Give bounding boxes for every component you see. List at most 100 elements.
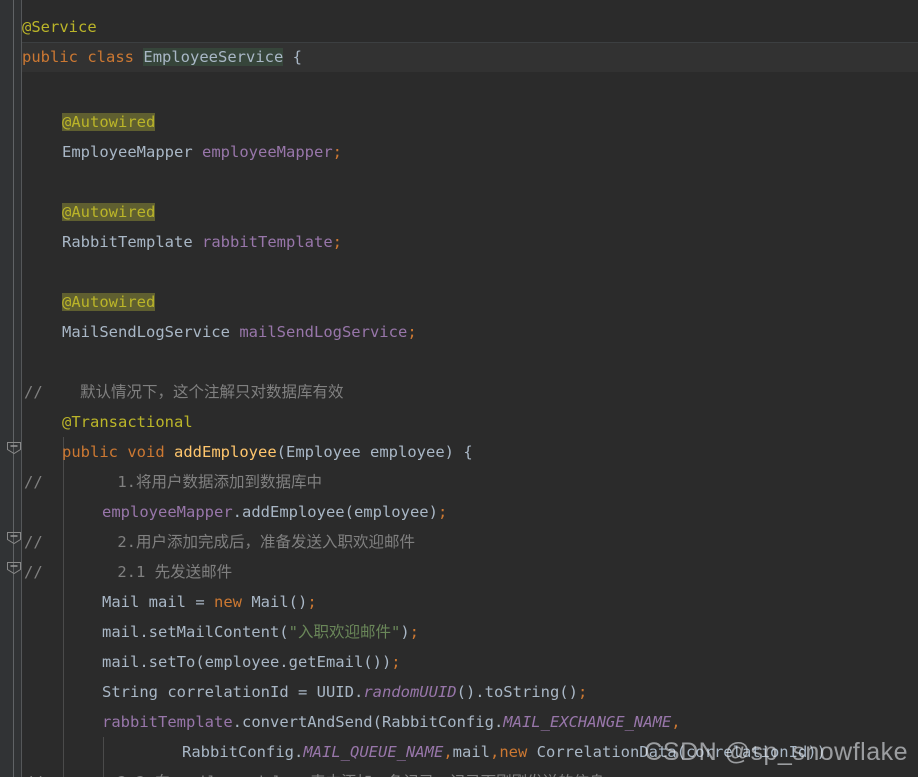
code-token: //	[24, 773, 117, 777]
code-token: RabbitConfig.	[182, 743, 304, 761]
highlighted-token: @Autowired	[62, 203, 156, 221]
gutter-divider	[21, 0, 22, 777]
code-token: addEmployee	[174, 443, 277, 461]
code-token: ().toString()	[456, 683, 578, 701]
code-token: .addEmployee(employee)	[232, 503, 438, 521]
code-token: ,	[443, 743, 453, 761]
code-token: ,	[489, 743, 500, 761]
code-token: 2.1 先发送邮件	[117, 563, 233, 581]
code-token: employeeMapper	[102, 503, 233, 521]
code-editor-screenshot: @Service public class EmployeeService {@A…	[0, 0, 918, 777]
code-line[interactable]: // 1.将用户数据添加到数据库中	[24, 467, 322, 497]
code-line[interactable]: EmployeeMapper employeeMapper;	[62, 137, 342, 167]
code-line[interactable]: mail.setTo(employee.getEmail());	[102, 647, 401, 677]
code-token: employee	[370, 443, 445, 461]
fold-marker-comment-block-1[interactable]	[6, 531, 22, 545]
code-token: rabbitTemplate	[202, 233, 333, 251]
code-line[interactable]: mail.setMailContent("入职欢迎邮件");	[102, 617, 419, 647]
highlighted-token: EmployeeService	[143, 48, 284, 66]
code-token: //	[24, 563, 118, 581]
code-token: public	[62, 443, 118, 461]
code-line[interactable]: @Autowired	[62, 197, 156, 227]
code-line[interactable]: @Autowired	[62, 287, 156, 317]
code-line[interactable]: @Transactional	[62, 407, 193, 437]
highlighted-token: @Autowired	[62, 113, 156, 131]
code-line[interactable]: public class EmployeeService {	[22, 42, 302, 72]
code-token: ;	[391, 653, 401, 671]
code-token: employeeMapper	[202, 143, 333, 161]
code-fold-rail	[13, 0, 14, 777]
code-token: UUID	[316, 683, 354, 701]
fold-marker-method[interactable]	[6, 441, 22, 455]
code-token: class	[87, 48, 135, 66]
code-line[interactable]: String correlationId = UUID.randomUUID()…	[102, 677, 587, 707]
code-line[interactable]: public void addEmployee(Employee employe…	[62, 437, 473, 467]
code-token: randomUUID	[363, 683, 457, 701]
code-line[interactable]: Mail mail = new Mail();	[102, 587, 317, 617]
code-token: ;	[332, 233, 342, 251]
code-token: MAIL_QUEUE_NAME	[303, 743, 444, 761]
code-line[interactable]: rabbitTemplate.convertAndSend(RabbitConf…	[102, 707, 681, 737]
code-line[interactable]: @Autowired	[62, 107, 156, 137]
code-token: RabbitTemplate	[62, 233, 193, 251]
code-line[interactable]: // 2.1 先发送邮件	[24, 557, 232, 587]
code-token: @Transactional	[62, 413, 193, 431]
code-token: EmployeeMapper	[62, 143, 193, 161]
code-token: rabbitTemplate	[102, 713, 233, 731]
code-line[interactable]: @Service	[22, 12, 97, 42]
code-token: ;	[307, 593, 317, 611]
code-line[interactable]: MailSendLogService mailSendLogService;	[62, 317, 417, 347]
code-token: correlationId =	[158, 683, 317, 701]
code-token: mail	[452, 743, 490, 761]
code-token: .convertAndSend(RabbitConfig.	[232, 713, 504, 731]
code-line[interactable]: RabbitTemplate rabbitTemplate;	[62, 227, 342, 257]
code-token: ;	[577, 683, 588, 701]
code-token: ;	[409, 623, 419, 641]
code-token: ;	[437, 503, 448, 521]
code-token: )	[400, 623, 410, 641]
code-token: mail =	[139, 593, 214, 611]
code-token: 1.将用户数据添加到数据库中	[117, 473, 322, 491]
code-token: (	[276, 443, 287, 461]
code-token: public	[22, 48, 78, 66]
code-line[interactable]: employeeMapper.addEmployee(employee);	[102, 497, 447, 527]
code-token: Mail	[102, 593, 140, 611]
code-token: mailSendLogService	[239, 323, 408, 341]
code-token: //	[24, 533, 118, 551]
code-token: new	[213, 593, 242, 611]
code-token: ) {	[444, 443, 473, 461]
code-line[interactable]: // 2.用户添加完成后，准备发送入职欢迎邮件	[24, 527, 415, 557]
code-token: Mail()	[251, 593, 308, 611]
code-token: String	[102, 683, 158, 701]
code-token: 2.用户添加完成后，准备发送入职欢迎邮件	[117, 533, 415, 551]
code-line[interactable]: RabbitConfig.MAIL_QUEUE_NAME,mail,new Co…	[182, 737, 826, 767]
code-token: MAIL_EXCHANGE_NAME	[503, 713, 672, 731]
code-token: mail.setTo(employee.getEmail())	[102, 653, 392, 671]
code-token: ;	[332, 143, 342, 161]
code-text-area[interactable]: @Service public class EmployeeService {@A…	[22, 0, 918, 777]
code-token: ;	[407, 323, 417, 341]
editor-gutter[interactable]	[0, 0, 21, 777]
code-token: Employee	[286, 443, 361, 461]
code-token: mail.setMailContent(	[102, 623, 289, 641]
code-line[interactable]: // 2.2 向 mail_send_log 表中添加一条记录，记录下刚刚发送的…	[24, 767, 605, 777]
code-token: //	[24, 383, 80, 401]
code-token: 默认情况下，这个注解只对数据库有效	[80, 383, 344, 401]
code-token: ,	[671, 713, 681, 731]
code-token: {	[283, 48, 303, 66]
fold-marker-comment-block-2[interactable]	[6, 561, 22, 575]
code-token: void	[127, 443, 165, 461]
code-token: 2.2 向 mail_send_log 表中添加一条记录，记录下刚刚发送的信息	[117, 773, 604, 777]
highlighted-token: @Autowired	[62, 293, 156, 311]
code-line[interactable]: // 默认情况下，这个注解只对数据库有效	[24, 377, 344, 407]
code-token: new	[499, 743, 528, 761]
